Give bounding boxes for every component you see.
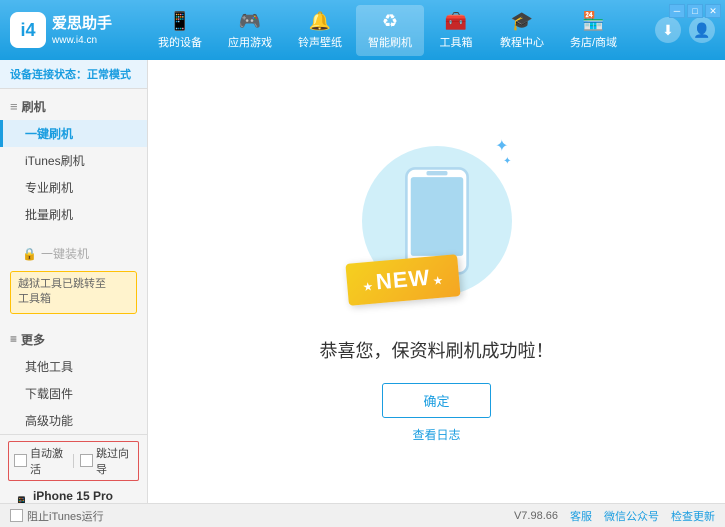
smart-flash-icon: ♻ bbox=[382, 11, 398, 32]
check-update-link[interactable]: 检查更新 bbox=[671, 508, 715, 524]
tab-tutorial-label: 教程中心 bbox=[500, 34, 544, 50]
success-illustration: ✦ ✦ NEW bbox=[337, 121, 537, 321]
more-group-label: ≡ 更多 bbox=[0, 326, 147, 353]
device-icon: 📱 bbox=[14, 496, 29, 503]
tab-tutorial[interactable]: 🎓 教程中心 bbox=[488, 5, 556, 56]
sidebar-item-one-click-flash[interactable]: 一键刷机 bbox=[0, 120, 147, 147]
app-logo: i4 爱思助手 www.i4.cn bbox=[10, 12, 120, 48]
sidebar-item-itunes-flash[interactable]: iTunes刷机 bbox=[0, 147, 147, 174]
toolbox-icon: 🧰 bbox=[445, 11, 467, 32]
tab-ringtone-label: 铃声壁纸 bbox=[298, 34, 342, 50]
tab-my-device[interactable]: 📱 我的设备 bbox=[146, 5, 214, 56]
customer-service-link[interactable]: 客服 bbox=[570, 508, 592, 524]
device-name: 📱 iPhone 15 Pro Max bbox=[14, 489, 133, 503]
sidebar-item-batch-flash[interactable]: 批量刷机 bbox=[0, 201, 147, 228]
tab-service[interactable]: 🏪 务店/商域 bbox=[558, 5, 629, 56]
block-itunes-checkbox[interactable] bbox=[10, 509, 23, 522]
tab-app-game[interactable]: 🎮 应用游戏 bbox=[216, 5, 284, 56]
tab-ringtone[interactable]: 🔔 铃声壁纸 bbox=[286, 5, 354, 56]
sparkles: ✦ ✦ bbox=[495, 136, 511, 167]
sidebar-item-download-firmware[interactable]: 下载固件 bbox=[0, 380, 147, 407]
sidebar-item-pro-flash[interactable]: 专业刷机 bbox=[0, 174, 147, 201]
logo-icon: i4 bbox=[10, 12, 46, 48]
status-label: 设备连接状态： bbox=[10, 69, 87, 81]
logo-text: 爱思助手 www.i4.cn bbox=[52, 13, 112, 48]
sidebar-notice: 越狱工具已跳转至工具箱 bbox=[10, 271, 137, 314]
more-icon: ≡ bbox=[10, 332, 17, 346]
tab-toolbox-label: 工具箱 bbox=[439, 34, 472, 50]
tab-my-device-label: 我的设备 bbox=[158, 34, 202, 50]
guide-skip-item: 跳过向导 bbox=[80, 445, 133, 477]
device-box: 📱 iPhone 15 Pro Max 512GB iPhone bbox=[8, 485, 139, 503]
app-footer: 阻止iTunes运行 V7.98.66 客服 微信公众号 检查更新 bbox=[0, 503, 725, 527]
service-icon: 🏪 bbox=[582, 11, 604, 32]
ringtone-icon: 🔔 bbox=[309, 11, 331, 32]
restore-btn[interactable]: □ bbox=[687, 4, 703, 18]
app-game-icon: 🎮 bbox=[239, 11, 261, 32]
lock-icon: 🔒 bbox=[22, 247, 37, 261]
close-btn[interactable]: ✕ bbox=[705, 4, 721, 18]
flash-section: ≡ 刷机 一键刷机 iTunes刷机 专业刷机 批量刷机 bbox=[0, 89, 147, 232]
sidebar-item-advanced[interactable]: 高级功能 bbox=[0, 407, 147, 434]
tab-service-label: 务店/商域 bbox=[570, 34, 617, 50]
confirm-button[interactable]: 确定 bbox=[382, 383, 490, 418]
flash-group-label: ≡ 刷机 bbox=[0, 93, 147, 120]
footer-left: 阻止iTunes运行 bbox=[10, 508, 104, 524]
view-log-link[interactable]: 查看日志 bbox=[412, 426, 460, 443]
sidebar-item-other-tools[interactable]: 其他工具 bbox=[0, 353, 147, 380]
status-bar: 设备连接状态：正常模式 bbox=[0, 60, 147, 89]
main-content: ✦ ✦ NEW 恭喜您，保资料刷机成功啦！ 确定 查看日志 bbox=[148, 60, 725, 503]
success-title: 恭喜您，保资料刷机成功啦！ bbox=[320, 337, 554, 363]
wechat-link[interactable]: 微信公众号 bbox=[604, 508, 659, 524]
tab-smart-flash-label: 智能刷机 bbox=[368, 34, 412, 50]
app-header: i4 爱思助手 www.i4.cn 📱 我的设备 🎮 应用游戏 🔔 铃声壁纸 ♻… bbox=[0, 0, 725, 60]
sparkle-icon: ✦ bbox=[495, 136, 511, 156]
auto-activate-checkbox[interactable] bbox=[14, 454, 27, 467]
sidebar-bottom: 自动激活 跳过向导 📱 iPhone 15 Pro Max 512GB bbox=[0, 434, 147, 503]
tab-toolbox[interactable]: 🧰 工具箱 bbox=[426, 5, 486, 56]
header-actions: ⬇ 👤 bbox=[655, 17, 715, 43]
tutorial-icon: 🎓 bbox=[511, 11, 533, 32]
block-itunes-checkbox-wrap: 阻止iTunes运行 bbox=[10, 508, 104, 524]
window-controls: ─ □ ✕ bbox=[669, 4, 721, 18]
tab-app-game-label: 应用游戏 bbox=[228, 34, 272, 50]
sidebar-disabled-item: 🔒 一键装机 bbox=[0, 240, 147, 267]
flash-group-icon: ≡ bbox=[10, 99, 18, 114]
minimize-btn[interactable]: ─ bbox=[669, 4, 685, 18]
footer-right: V7.98.66 客服 微信公众号 检查更新 bbox=[514, 508, 715, 524]
sparkle-icon-2: ✦ bbox=[503, 156, 511, 167]
auto-activate-item: 自动激活 bbox=[14, 445, 67, 477]
nav-tabs: 📱 我的设备 🎮 应用游戏 🔔 铃声壁纸 ♻ 智能刷机 🧰 工具箱 🎓 教 bbox=[120, 5, 655, 56]
tab-smart-flash[interactable]: ♻ 智能刷机 bbox=[356, 5, 424, 56]
auto-row: 自动激活 跳过向导 bbox=[8, 441, 139, 481]
guide-skip-checkbox[interactable] bbox=[80, 454, 93, 467]
sidebar: 设备连接状态：正常模式 ≡ 刷机 一键刷机 iTunes刷机 专业刷机 批量刷机… bbox=[0, 60, 148, 503]
status-value: 正常模式 bbox=[87, 69, 131, 81]
version-text: V7.98.66 bbox=[514, 510, 558, 522]
guide-skip-label: 跳过向导 bbox=[96, 445, 133, 477]
sep-line bbox=[73, 454, 74, 468]
download-btn[interactable]: ⬇ bbox=[655, 17, 681, 43]
auto-activate-label: 自动激活 bbox=[30, 445, 67, 477]
block-itunes-label: 阻止iTunes运行 bbox=[27, 508, 104, 524]
new-badge: NEW bbox=[345, 254, 460, 306]
user-btn[interactable]: 👤 bbox=[689, 17, 715, 43]
my-device-icon: 📱 bbox=[169, 11, 191, 32]
